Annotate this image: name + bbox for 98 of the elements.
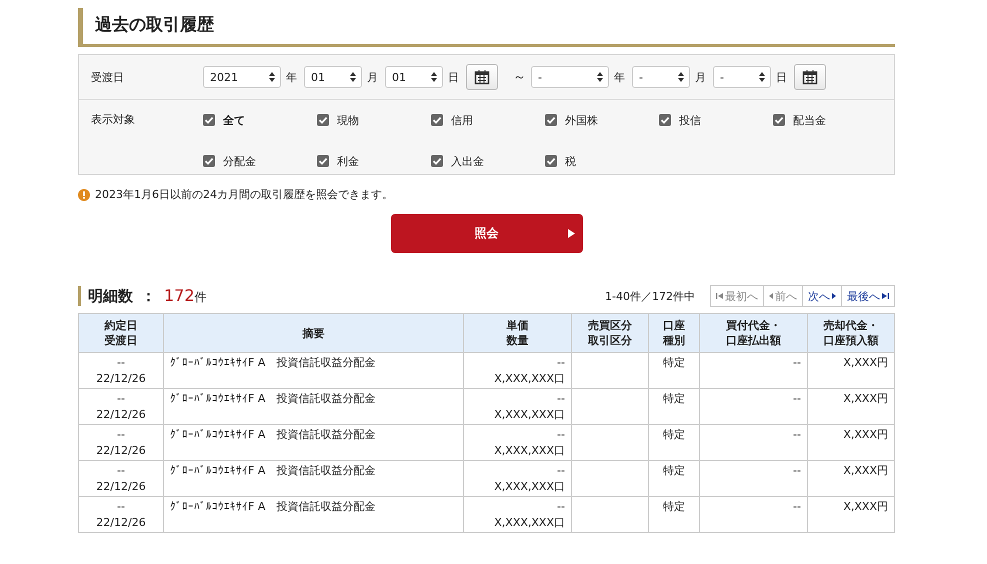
table-cell: X,XXX円 [808, 496, 894, 532]
table-cell: -- [700, 496, 808, 532]
table-cell: X,XXX円 [808, 424, 894, 460]
table-cell: -- X,XXX,XXX口 [464, 460, 572, 496]
checkbox-label: 利金 [337, 154, 359, 168]
field-label: 表示対象 [91, 112, 136, 128]
select-field[interactable]: - [531, 66, 609, 88]
column-header: 口座 種別 [648, 314, 700, 352]
triangle-icon [568, 229, 574, 238]
column-header: 単価 数量 [464, 314, 572, 352]
unit-label: 月 [695, 70, 706, 84]
table-cell: X,XXX円 [808, 460, 894, 496]
table-cell: ｸﾞﾛｰﾊﾞﾙｺｳｴｷｻｲF A 投資信託収益分配金 [164, 424, 464, 460]
checkbox-label: 税 [565, 154, 576, 168]
checkbox[interactable] [317, 114, 329, 126]
table-cell: X,XXX円 [808, 352, 894, 388]
table-cell: ｸﾞﾛｰﾊﾞﾙｺｳｴｷｻｲF A 投資信託収益分配金 [164, 496, 464, 532]
triangle-icon [832, 293, 836, 299]
table-cell: -- [700, 460, 808, 496]
checkbox[interactable] [317, 155, 329, 167]
table-cell: -- 22/12/26 [78, 496, 164, 532]
table-cell: -- X,XXX,XXX口 [464, 496, 572, 532]
triangle-icon [882, 293, 889, 299]
checkbox[interactable] [203, 155, 215, 167]
unit-label: 月 [367, 70, 378, 84]
checkbox-label: 信用 [451, 112, 473, 128]
table-cell: 特定 [648, 352, 700, 388]
unit-label: 日 [448, 70, 459, 84]
table-cell: ｸﾞﾛｰﾊﾞﾙｺｳｴｷｻｲF A 投資信託収益分配金 [164, 388, 464, 424]
table-cell: -- X,XXX,XXX口 [464, 424, 572, 460]
checkbox[interactable] [545, 155, 557, 167]
sort-arrows-icon [268, 71, 276, 83]
column-header: 売買区分 取引区分 [572, 314, 648, 352]
checkbox-label: 外国株 [565, 112, 598, 128]
count-unit: 件 [194, 289, 207, 306]
triangle-icon [716, 293, 723, 299]
warning-icon [78, 188, 90, 200]
column-header: 摘要 [164, 314, 464, 352]
calendar-button[interactable] [466, 64, 498, 90]
select-field[interactable]: 01 [385, 66, 443, 88]
page-title: 過去の取引履歴 [78, 8, 895, 47]
notice-text: 2023年1月6日以前の24カ月間の取引履歴を照会できます。 [95, 187, 393, 202]
table-cell: -- 22/12/26 [78, 352, 164, 388]
sort-arrows-icon [677, 71, 685, 83]
select-field[interactable]: - [632, 66, 690, 88]
checkbox[interactable] [545, 114, 557, 126]
table-cell: 特定 [648, 424, 700, 460]
table-cell: 特定 [648, 460, 700, 496]
sort-arrows-icon [430, 71, 438, 83]
checkbox-label: 全て [223, 112, 245, 128]
table-cell: -- [700, 388, 808, 424]
checkbox[interactable] [659, 114, 671, 126]
table-cell: X,XXX円 [808, 388, 894, 424]
range-text: 1-40件／172件中 [605, 288, 695, 304]
results-label: 明細数 [88, 287, 133, 306]
table-cell: -- X,XXX,XXX口 [464, 352, 572, 388]
table-cell: -- 22/12/26 [78, 460, 164, 496]
table-cell: -- [700, 352, 808, 388]
calendar-button[interactable] [794, 64, 826, 90]
checkbox[interactable] [431, 114, 443, 126]
table-cell: -- 22/12/26 [78, 388, 164, 424]
column-header: 売却代金・ 口座預入額 [808, 314, 894, 352]
unit-label: 年 [614, 70, 625, 84]
column-header: 約定日 受渡日 [78, 314, 164, 352]
triangle-icon [769, 293, 773, 299]
checkbox-label: 投信 [679, 112, 701, 128]
unit-label: 日 [776, 70, 787, 84]
table-cell: 特定 [648, 388, 700, 424]
sort-arrows-icon [758, 71, 766, 83]
colon-label: ： [141, 287, 156, 306]
table-cell: ｸﾞﾛｰﾊﾞﾙｺｳｴｷｻｲF A 投資信託収益分配金 [164, 352, 464, 388]
table-cell: -- 22/12/26 [78, 424, 164, 460]
checkbox[interactable] [203, 114, 215, 126]
sort-arrows-icon [596, 71, 604, 83]
table-cell: -- [700, 424, 808, 460]
pager-button[interactable]: 次へ [802, 285, 842, 307]
table-cell: -- X,XXX,XXX口 [464, 388, 572, 424]
checkbox-label: 分配金 [223, 154, 256, 168]
range-separator: ～ [513, 69, 526, 86]
calendar-icon [474, 69, 490, 85]
pager-button[interactable]: 最後へ [841, 285, 895, 307]
checkbox-label: 配当金 [793, 112, 826, 128]
checkbox-label: 現物 [337, 112, 359, 128]
checkbox[interactable] [773, 114, 785, 126]
table-cell: ｸﾞﾛｰﾊﾞﾙｺｳｴｷｻｲF A 投資信託収益分配金 [164, 460, 464, 496]
search-button[interactable]: 照会 [390, 214, 582, 253]
field-label: 受渡日 [91, 70, 125, 84]
column-header: 買付代金・ 口座払出額 [700, 314, 808, 352]
select-field[interactable]: 2021 [203, 66, 281, 88]
select-field[interactable]: 01 [304, 66, 362, 88]
calendar-icon [802, 69, 818, 85]
table-cell: 特定 [648, 496, 700, 532]
checkbox-label: 入出金 [451, 154, 484, 168]
select-field[interactable]: - [713, 66, 771, 88]
result-count: 172 [164, 286, 195, 305]
checkbox[interactable] [431, 155, 443, 167]
sort-arrows-icon [349, 71, 357, 83]
unit-label: 年 [286, 70, 297, 84]
